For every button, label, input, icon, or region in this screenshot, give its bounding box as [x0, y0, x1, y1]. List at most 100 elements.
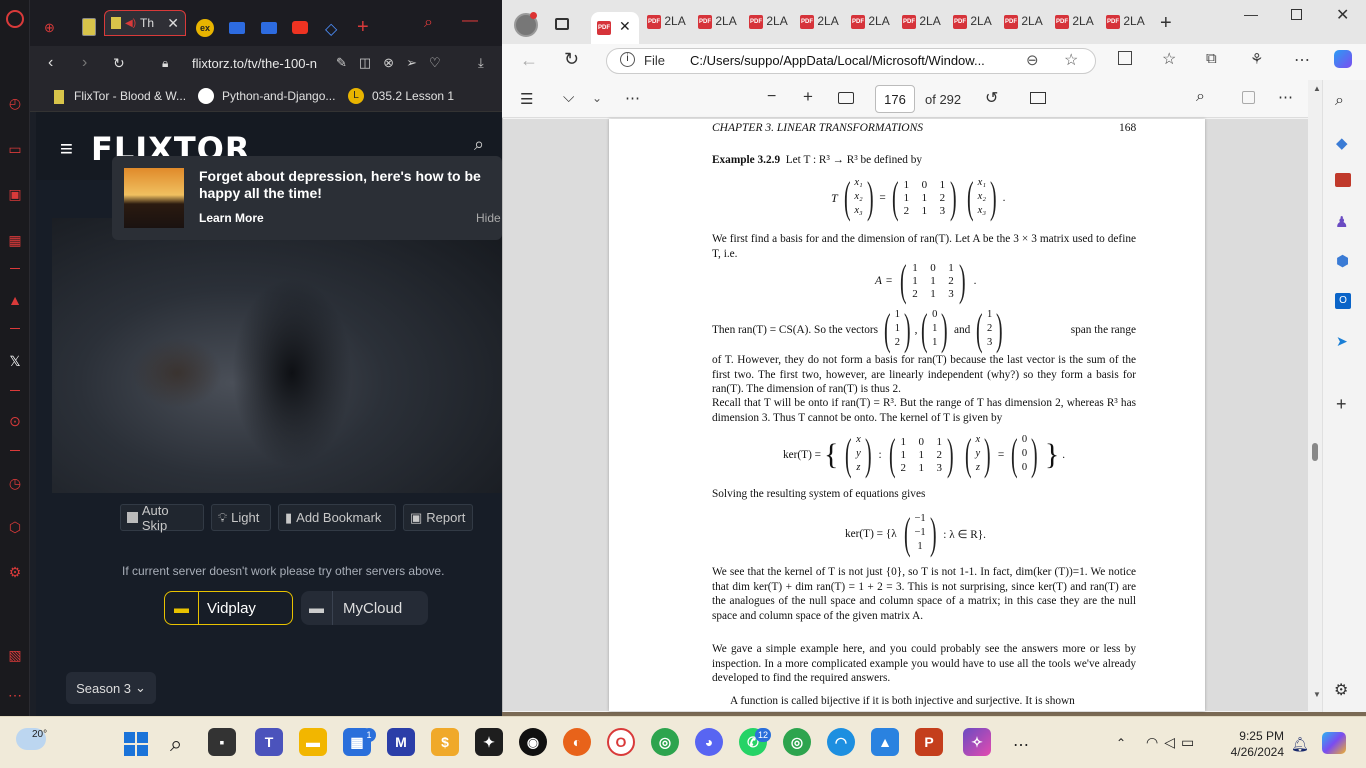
- sidebar-search-icon[interactable]: ⌕: [1335, 92, 1344, 110]
- search-icon[interactable]: ⌕: [1196, 88, 1205, 106]
- chrome-profile-icon[interactable]: ◎: [783, 728, 811, 756]
- tray-icons[interactable]: ◠◁▭: [1146, 734, 1200, 751]
- learn-more-link[interactable]: Learn More: [199, 211, 264, 225]
- start-button[interactable]: [124, 732, 148, 756]
- edge-tab[interactable]: PDF 2LA: [800, 14, 839, 36]
- fit-page-icon[interactable]: [838, 92, 854, 104]
- forward-icon[interactable]: ›: [82, 54, 87, 72]
- send-icon[interactable]: ➤: [1336, 333, 1348, 350]
- bag-icon[interactable]: ▭: [5, 139, 25, 159]
- edge-tab[interactable]: PDF 2LA: [1004, 14, 1043, 36]
- outlook-icon[interactable]: O: [1335, 293, 1351, 309]
- edge-tab[interactable]: PDF 2LA: [1106, 14, 1145, 36]
- notifications-icon[interactable]: 🔔︎: [1291, 736, 1309, 753]
- tab-ex[interactable]: ex: [196, 19, 214, 37]
- clock-time[interactable]: 9:25 PM: [1238, 729, 1284, 743]
- edge-tab[interactable]: PDF 2LA: [1055, 14, 1094, 36]
- app-icon[interactable]: $: [431, 728, 459, 756]
- edge-tab[interactable]: PDF 2LA: [749, 14, 788, 36]
- photos-icon[interactable]: ▲: [871, 728, 899, 756]
- file-explorer-icon[interactable]: ▬: [299, 728, 327, 756]
- new-tab-icon[interactable]: +: [1160, 12, 1172, 35]
- contents-icon[interactable]: ☰: [520, 90, 533, 108]
- settings-more-icon[interactable]: ⋯: [1278, 88, 1293, 106]
- add-sidebar-icon[interactable]: +: [1336, 394, 1347, 415]
- reload-icon[interactable]: ↻: [113, 55, 125, 72]
- edge-tab[interactable]: PDF 2LA: [647, 14, 686, 36]
- clock-date[interactable]: 4/26/2024: [1226, 745, 1284, 759]
- new-tab-icon[interactable]: +: [357, 16, 369, 39]
- search-icon[interactable]: ⌕: [474, 134, 484, 155]
- opera-icon[interactable]: O: [607, 728, 635, 756]
- edge-icon[interactable]: ◠: [827, 728, 855, 756]
- extensions-icon[interactable]: ⚘: [1250, 50, 1263, 68]
- figma-icon[interactable]: ✦: [475, 728, 503, 756]
- more-icon[interactable]: ⋯: [1294, 50, 1310, 70]
- highlight-icon[interactable]: ⌵: [563, 89, 574, 106]
- chevron-down-icon[interactable]: ⌄: [592, 91, 602, 105]
- ad-notification[interactable]: Forget about depression, here's how to b…: [112, 156, 502, 240]
- zoom-plus-icon[interactable]: +: [803, 87, 813, 107]
- favorites-icon[interactable]: ☆: [1162, 49, 1176, 69]
- video-player[interactable]: [52, 218, 502, 493]
- games-icon[interactable]: ♟: [1335, 213, 1348, 231]
- auto-skip-button[interactable]: Auto Skip: [120, 503, 204, 533]
- light-button[interactable]: 💡︎ Light: [211, 504, 271, 531]
- workspaces-icon[interactable]: [555, 18, 569, 30]
- collections-icon[interactable]: ⧉: [1206, 50, 1217, 67]
- edge-tab[interactable]: PDF 2LA: [698, 14, 737, 36]
- back-icon[interactable]: ←: [520, 50, 538, 71]
- cube-icon[interactable]: ⬡: [5, 517, 25, 537]
- zoom-out-icon[interactable]: ⊖: [1026, 51, 1039, 69]
- copilot-pre-icon[interactable]: [1322, 732, 1346, 754]
- sidebar-settings-icon[interactable]: ⚙: [1334, 680, 1348, 700]
- more-tools-icon[interactable]: ⋯: [625, 89, 640, 107]
- edge-active-tab[interactable]: PDF ✕: [591, 12, 639, 44]
- more-apps-icon[interactable]: ⋯: [1013, 735, 1029, 755]
- save-icon[interactable]: [1242, 91, 1255, 104]
- file-path[interactable]: C:/Users/suppo/AppData/Local/Microsoft/W…: [690, 53, 985, 68]
- gamepad-icon[interactable]: ⊕: [44, 20, 55, 36]
- zoom-tab-icon[interactable]: [229, 22, 245, 34]
- close-tab-icon[interactable]: ✕: [619, 18, 631, 35]
- edge-tab[interactable]: PDF 2LA: [953, 14, 992, 36]
- firefox-icon[interactable]: ◐: [563, 728, 591, 756]
- powerpoint-icon[interactable]: P: [915, 728, 943, 756]
- copilot-app-icon[interactable]: ✧: [963, 728, 991, 756]
- tab-favicon-icon[interactable]: [82, 18, 96, 36]
- bookmark-lesson[interactable]: 035.2 Lesson 1: [372, 89, 454, 103]
- close-window-icon[interactable]: ✕: [1336, 5, 1349, 25]
- split-screen-icon[interactable]: [1118, 51, 1132, 65]
- server-vidplay[interactable]: ▬ Vidplay: [164, 591, 293, 625]
- info-icon[interactable]: i: [620, 52, 635, 67]
- x-icon[interactable]: 𝕏: [5, 351, 25, 371]
- hide-button[interactable]: Hide: [476, 211, 501, 225]
- search-tabs-icon[interactable]: ⌕: [424, 14, 433, 32]
- page-number-input[interactable]: 176: [875, 85, 915, 113]
- favorite-icon[interactable]: ☆: [1064, 50, 1078, 70]
- edge-tab[interactable]: PDF 2LA: [902, 14, 941, 36]
- zoom-minus-icon[interactable]: −: [767, 88, 776, 106]
- vs-icon[interactable]: M: [387, 728, 415, 756]
- scroll-thumb[interactable]: [1312, 443, 1318, 461]
- aria-icon[interactable]: ▲: [5, 290, 25, 310]
- chrome-icon[interactable]: ◎: [651, 728, 679, 756]
- settings-icon[interactable]: ⚙: [5, 562, 25, 582]
- bookmark-python[interactable]: Python-and-Django...: [222, 89, 335, 103]
- opera-logo-icon[interactable]: [6, 10, 24, 28]
- download-icon[interactable]: ⤓: [478, 55, 484, 71]
- rotate-icon[interactable]: ↺: [985, 88, 998, 108]
- close-tab-icon[interactable]: ✕: [167, 15, 179, 32]
- task-view-icon[interactable]: ▪: [208, 728, 236, 756]
- minimize-icon[interactable]: —: [1244, 6, 1258, 22]
- bookmark-flixtor[interactable]: FlixTor - Blood & W...: [74, 89, 186, 103]
- play-icon[interactable]: ⊙: [5, 411, 25, 431]
- opera-active-tab[interactable]: ◀) Th ✕: [104, 10, 186, 36]
- twitch-icon[interactable]: ▣: [5, 184, 25, 204]
- zoom-tab-icon[interactable]: [261, 22, 277, 34]
- github-icon[interactable]: ◉: [519, 728, 547, 756]
- chevron-up-icon[interactable]: ⌃: [1116, 736, 1126, 750]
- player-icon[interactable]: ▦: [5, 230, 25, 250]
- maximize-icon[interactable]: [1291, 9, 1302, 20]
- discord-icon[interactable]: ◕: [695, 728, 723, 756]
